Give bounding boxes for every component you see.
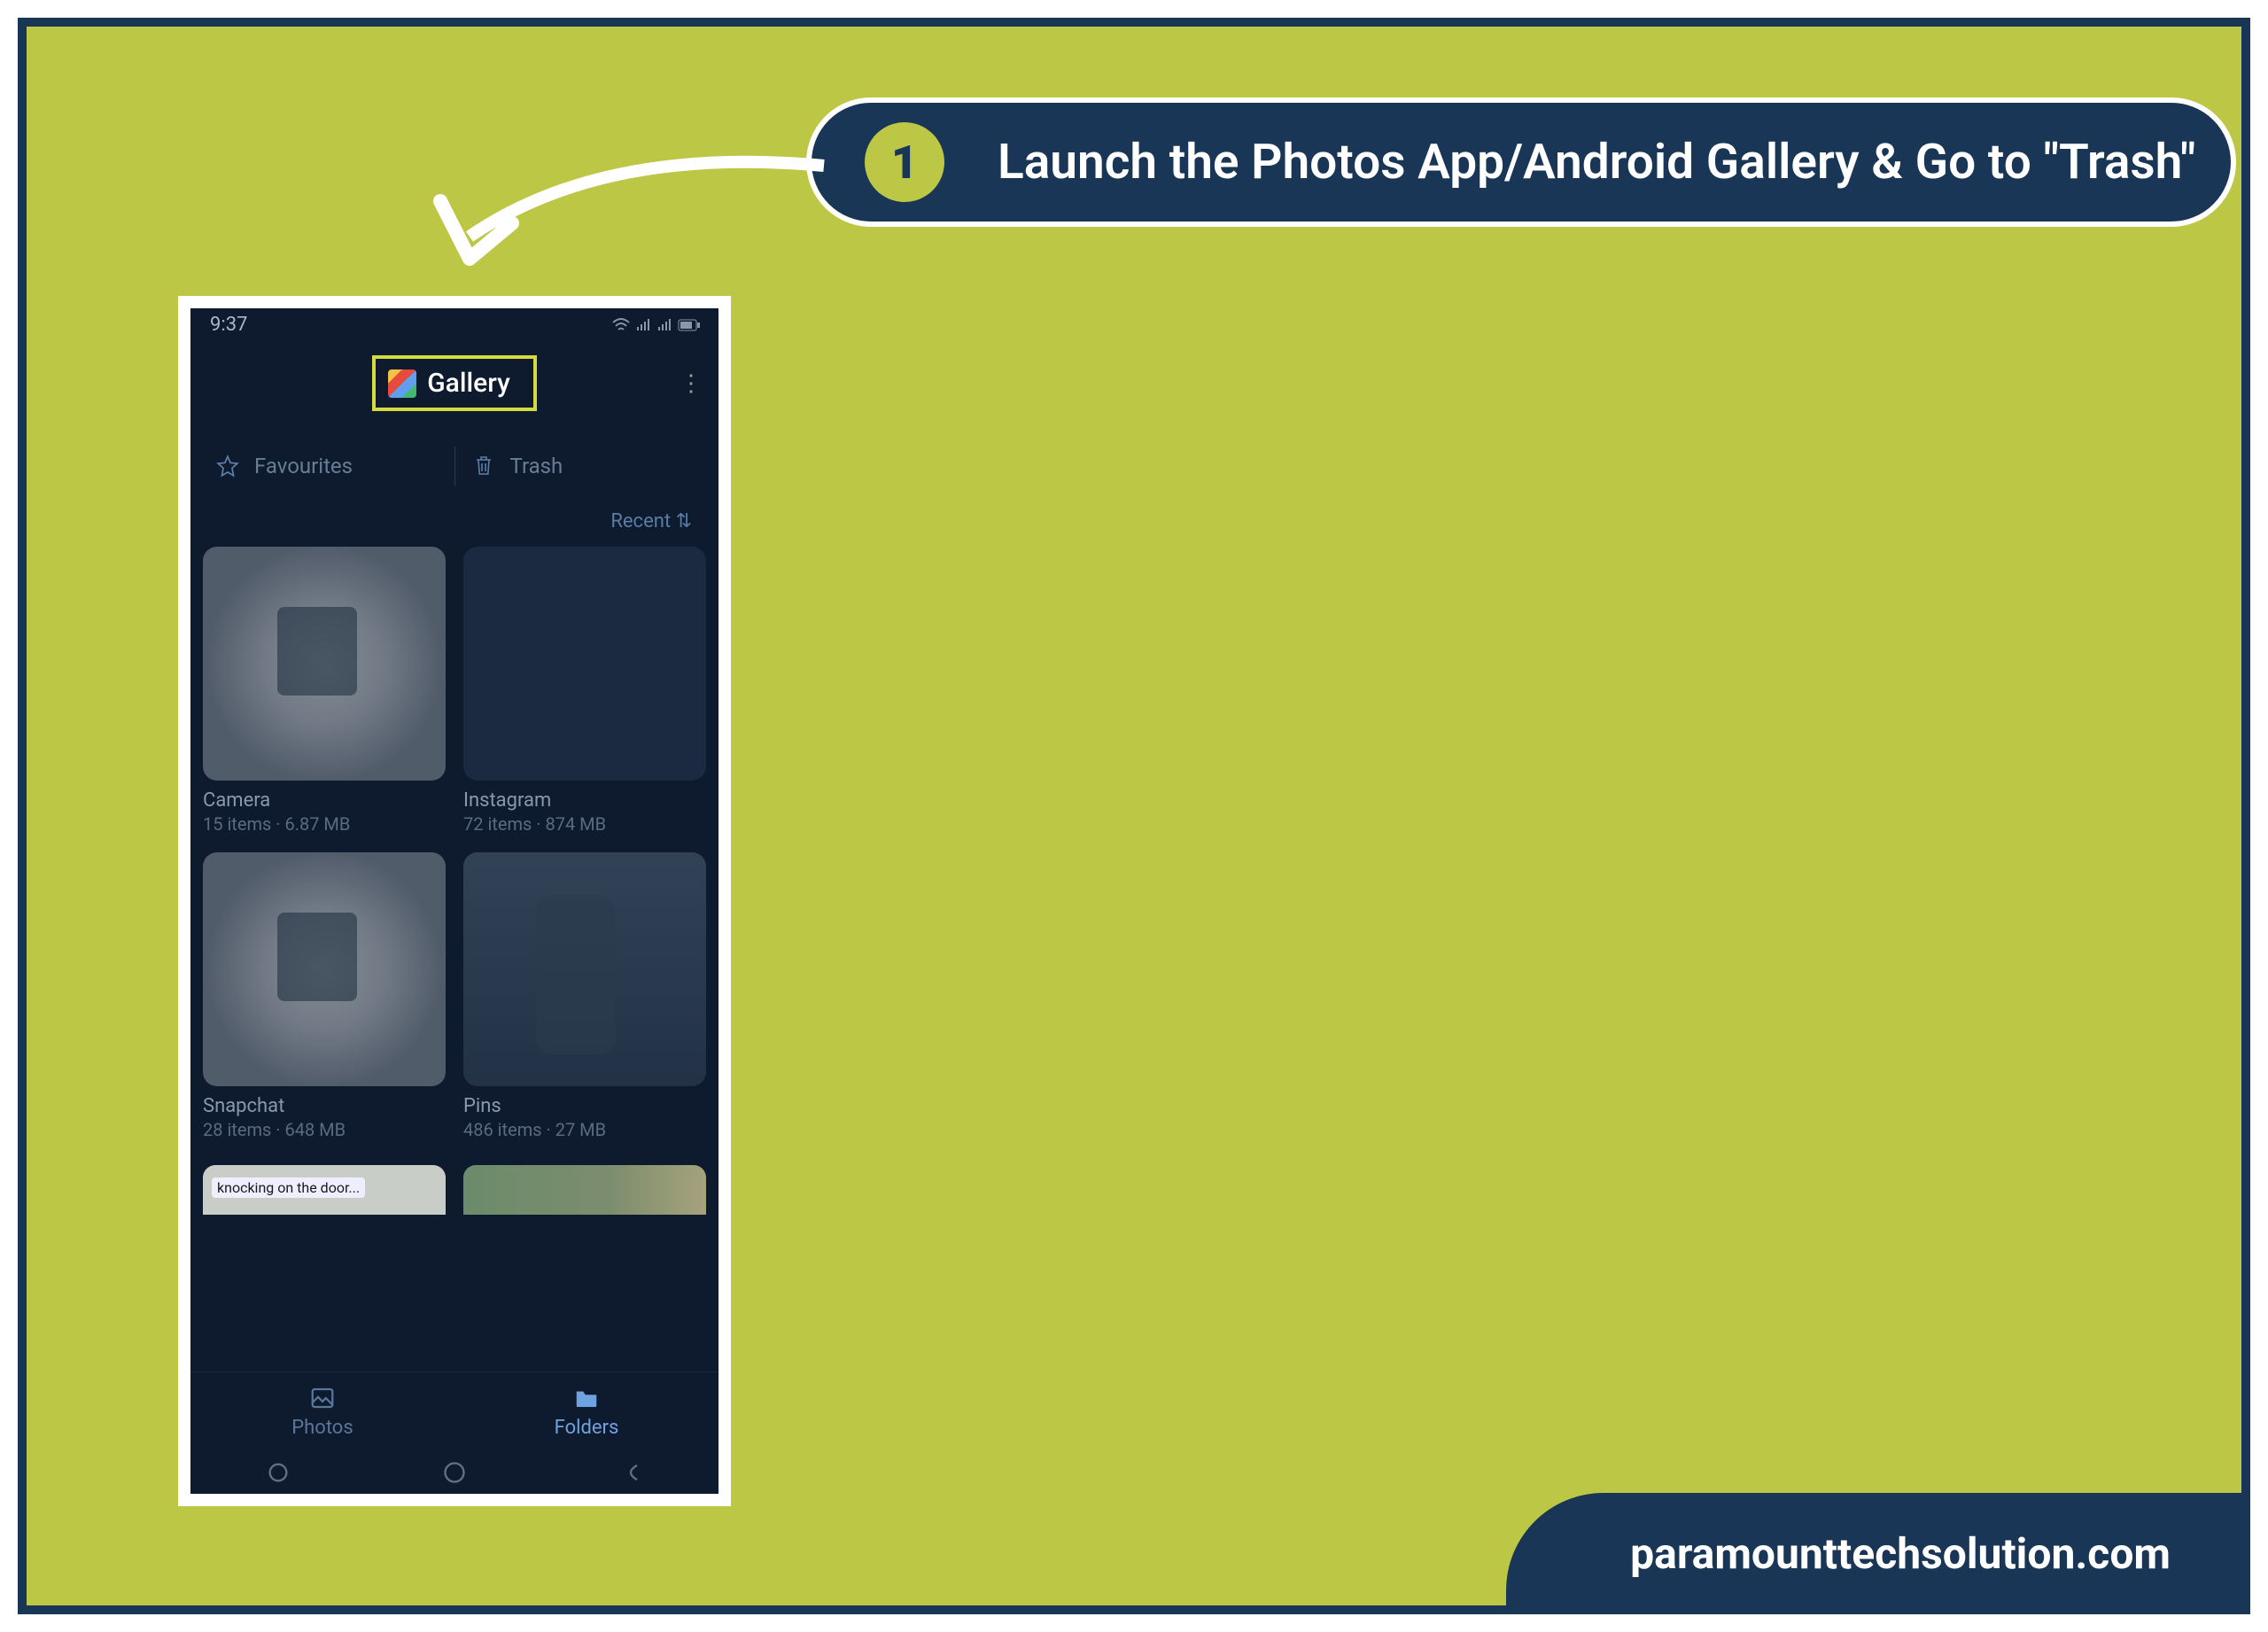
footer-website-label: paramounttechsolution.com (1630, 1528, 2171, 1579)
bottom-nav: Photos Folders (190, 1372, 718, 1451)
bottom-nav-folders[interactable]: Folders (454, 1372, 718, 1451)
status-icons (612, 318, 701, 332)
album-meta: 15 items · 6.87 MB (203, 813, 446, 835)
status-bar: 9:37 (190, 308, 718, 338)
category-tabs: Favourites Trash (190, 447, 718, 486)
bottom-nav-folders-label: Folders (555, 1417, 619, 1439)
step-number: 1 (891, 136, 918, 190)
gallery-chip-highlight[interactable]: Gallery (372, 355, 537, 411)
instruction-frame: 1 Launch the Photos App/Android Gallery … (18, 18, 2250, 1614)
album-thumbnail-partial[interactable] (203, 1165, 446, 1215)
tab-favourites[interactable]: Favourites (199, 447, 454, 486)
battery-icon (678, 319, 701, 331)
gallery-logo-icon (388, 369, 416, 398)
callout-arrow-icon (399, 126, 833, 303)
gallery-header: Gallery ⋮ (190, 355, 718, 411)
footer-website-badge: paramounttechsolution.com (1506, 1493, 2250, 1614)
album-item-camera[interactable]: Camera 15 items · 6.87 MB (203, 547, 446, 835)
callout-text: Launch the Photos App/Android Gallery & … (998, 132, 2195, 193)
album-grid: Camera 15 items · 6.87 MB Instagram 72 i… (190, 538, 718, 1149)
tab-trash-label: Trash (510, 454, 563, 478)
sort-arrows-icon: ⇅ (676, 510, 692, 532)
album-thumbnail (463, 547, 706, 781)
bottom-nav-photos[interactable]: Photos (190, 1372, 454, 1451)
album-title: Instagram (463, 789, 706, 812)
tab-favourites-label: Favourites (254, 454, 353, 478)
gallery-title: Gallery (427, 368, 510, 399)
trash-icon (471, 454, 496, 478)
album-meta: 28 items · 648 MB (203, 1119, 446, 1140)
album-thumbnail-partial[interactable] (463, 1165, 706, 1215)
phone-screen: 9:37 Gallery ⋮ (190, 308, 718, 1494)
album-meta: 72 items · 874 MB (463, 813, 706, 835)
album-title: Camera (203, 789, 446, 812)
star-icon (215, 454, 240, 478)
album-item-snapchat[interactable]: Snapchat 28 items · 648 MB (203, 852, 446, 1140)
album-thumbnail (203, 547, 446, 781)
android-home-icon[interactable] (442, 1460, 467, 1485)
photos-icon (309, 1385, 336, 1411)
album-grid-partial (190, 1149, 718, 1215)
album-thumbnail (203, 852, 446, 1086)
signal-icon-2 (656, 318, 672, 332)
album-title: Snapchat (203, 1095, 446, 1117)
sort-label: Recent (610, 510, 671, 532)
step-callout: 1 Launch the Photos App/Android Gallery … (806, 97, 2236, 227)
wifi-icon (612, 318, 630, 332)
album-thumbnail (463, 852, 706, 1086)
android-nav-bar (190, 1451, 718, 1494)
album-item-instagram[interactable]: Instagram 72 items · 874 MB (463, 547, 706, 835)
android-recents-icon[interactable] (266, 1460, 291, 1485)
phone-mockup: 9:37 Gallery ⋮ (178, 296, 731, 1506)
status-time: 9:37 (210, 314, 247, 336)
sort-row[interactable]: Recent ⇅ (190, 486, 718, 538)
step-number-badge: 1 (865, 122, 944, 202)
album-item-pins[interactable]: Pins 486 items · 27 MB (463, 852, 706, 1140)
folders-icon (573, 1385, 600, 1411)
android-back-icon[interactable] (618, 1460, 643, 1485)
signal-icon (635, 318, 651, 332)
tab-trash[interactable]: Trash (454, 447, 711, 486)
more-options-button[interactable]: ⋮ (680, 378, 703, 387)
album-meta: 486 items · 27 MB (463, 1119, 706, 1140)
album-title: Pins (463, 1095, 706, 1117)
bottom-nav-photos-label: Photos (291, 1417, 353, 1439)
